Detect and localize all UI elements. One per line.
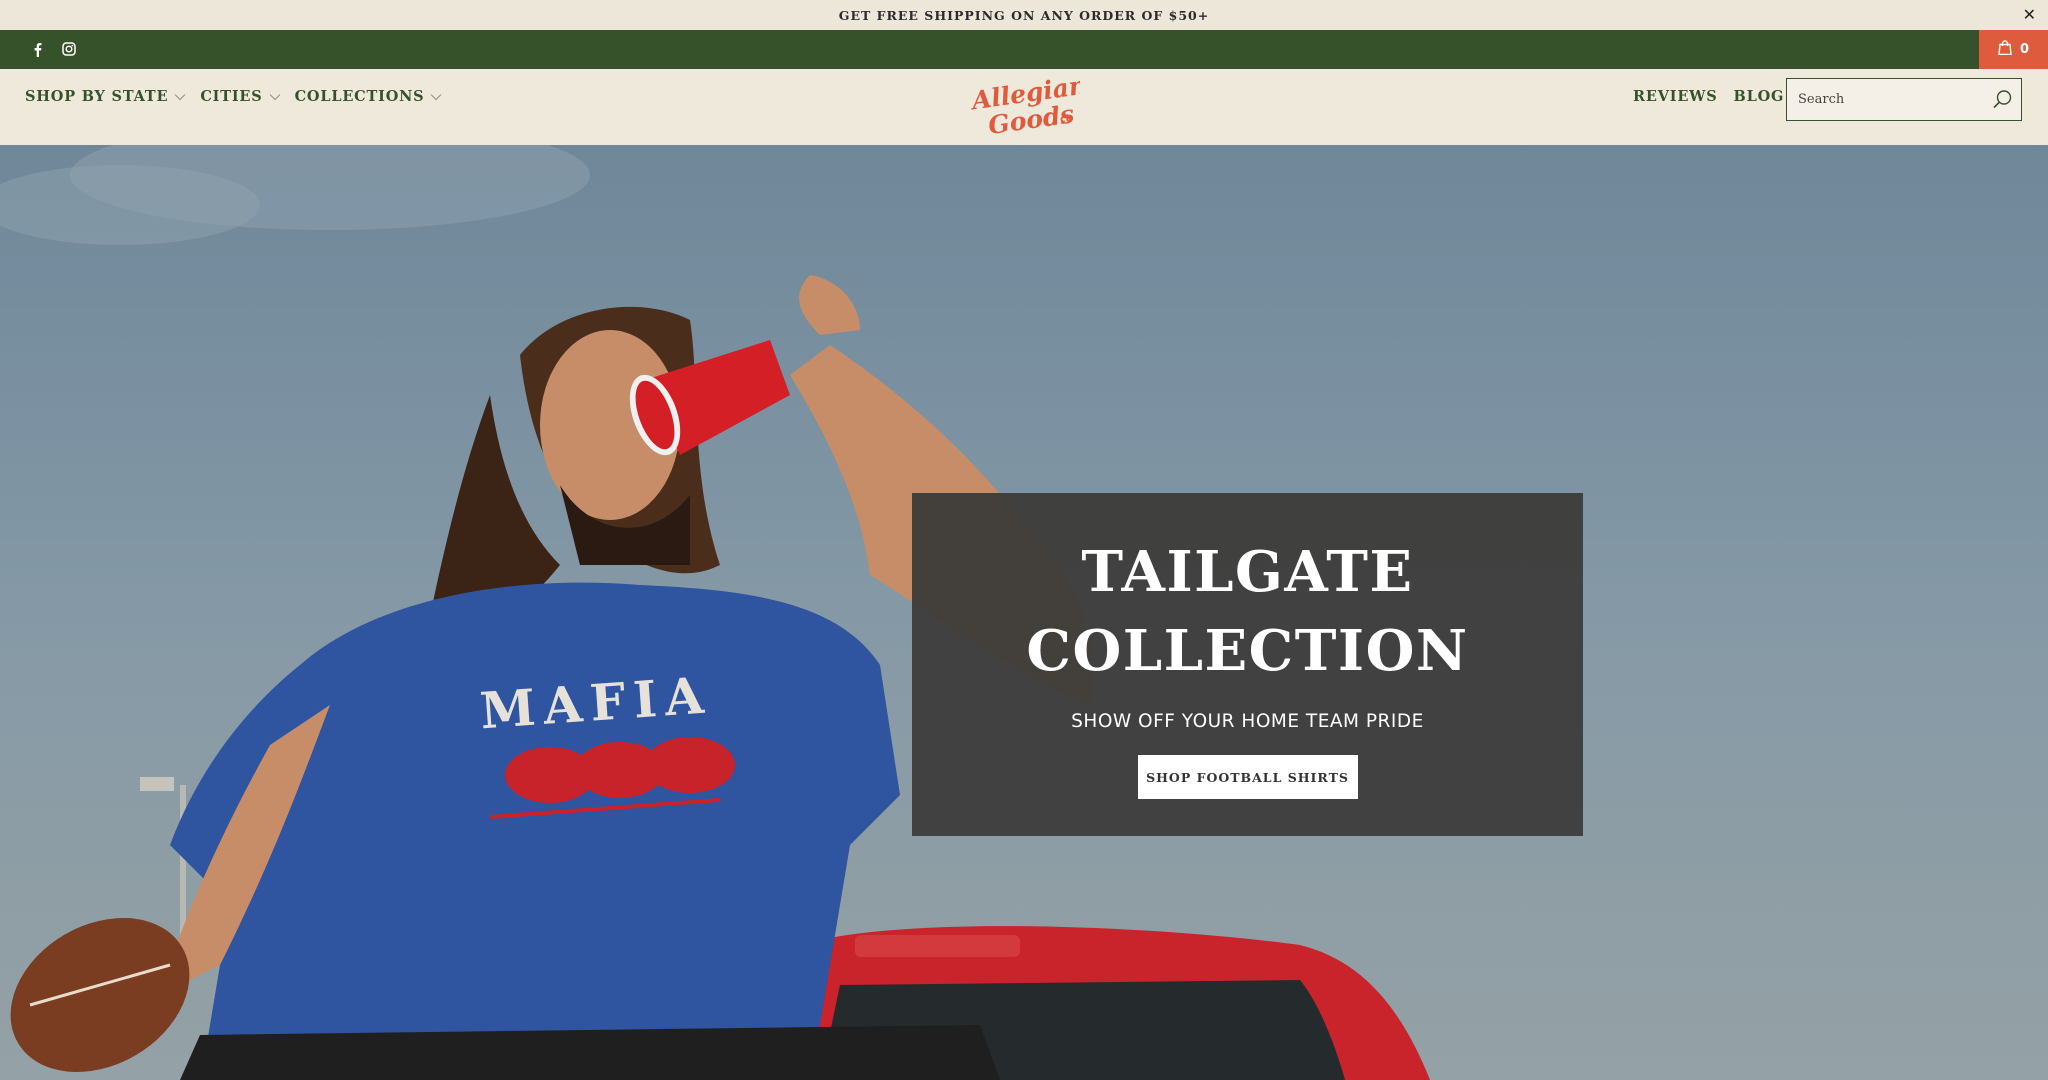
search-box — [1786, 78, 2022, 121]
nav-label: CITIES — [200, 88, 263, 105]
chevron-down-icon — [431, 94, 442, 101]
nav-shop-by-state[interactable]: SHOP BY STATE — [25, 88, 186, 105]
hero-cta-box: TAILGATE COLLECTION SHOW OFF YOUR HOME T… — [912, 493, 1583, 836]
hero-subtitle: SHOW OFF YOUR HOME TEAM PRIDE — [1071, 711, 1424, 732]
utility-bar: 0 — [0, 30, 2048, 69]
svg-text:co: co — [1060, 114, 1073, 125]
nav-reviews[interactable]: REVIEWS — [1633, 88, 1718, 105]
nav-blog[interactable]: BLOG — [1734, 88, 1785, 105]
announcement-bar: GET FREE SHIPPING ON ANY ORDER OF $50+ ✕ — [0, 0, 2048, 30]
hero-banner: MAFIA TAILGATE COLLECTION SHOW OFF YOUR … — [0, 145, 2048, 1080]
nav-label: COLLECTIONS — [294, 88, 425, 105]
instagram-icon[interactable] — [60, 39, 78, 59]
shopping-bag-icon — [1998, 40, 2012, 59]
main-nav: SHOP BY STATE CITIES COLLECTIONS — [25, 88, 442, 105]
facebook-icon[interactable] — [28, 39, 46, 59]
chevron-down-icon — [174, 94, 186, 101]
nav-collections[interactable]: COLLECTIONS — [295, 88, 443, 105]
cart-count: 0 — [2019, 42, 2030, 57]
cart-button[interactable]: 0 — [1979, 30, 2048, 69]
search-input[interactable] — [1787, 79, 1977, 120]
social-links — [28, 39, 78, 59]
secondary-nav: REVIEWS BLOG — [1633, 88, 1784, 105]
brand-logo[interactable]: Allegiant Goods co — [968, 69, 1100, 140]
site-header: SHOP BY STATE CITIES COLLECTIONS Allegia… — [0, 69, 2048, 145]
announcement-text: GET FREE SHIPPING ON ANY ORDER OF $50+ — [838, 7, 1210, 23]
hero-title: TAILGATE COLLECTION — [1026, 539, 1469, 684]
nav-label: SHOP BY STATE — [25, 88, 169, 105]
nav-cities[interactable]: CITIES — [200, 88, 280, 105]
chevron-down-icon — [269, 94, 280, 101]
shop-football-shirts-button[interactable]: SHOP FOOTBALL SHIRTS — [1137, 755, 1358, 799]
search-icon[interactable] — [1992, 89, 2013, 114]
close-icon[interactable]: ✕ — [2023, 5, 2036, 24]
